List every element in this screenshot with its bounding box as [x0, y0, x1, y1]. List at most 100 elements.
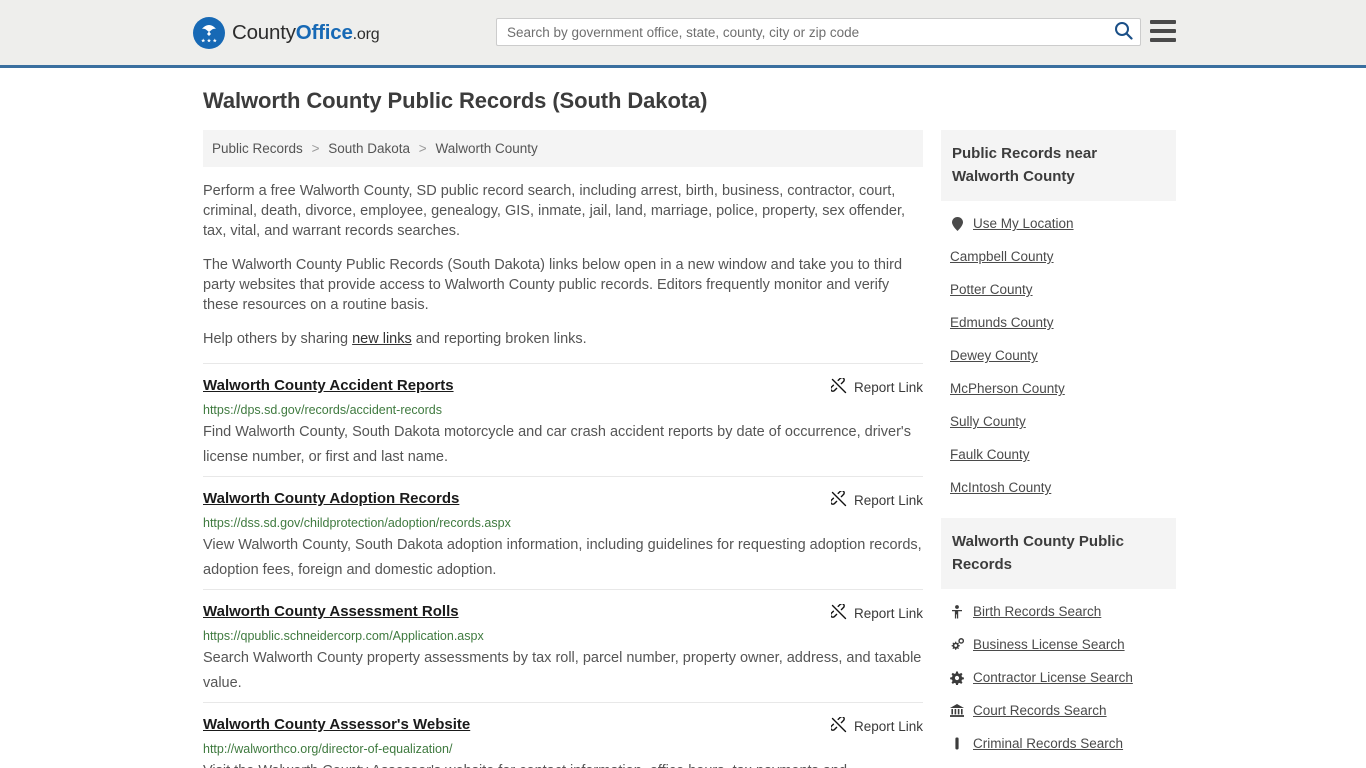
sidebar-link[interactable]: Court Records Search [973, 703, 1107, 718]
broken-link-icon [829, 715, 847, 736]
intro-paragraph-2: The Walworth County Public Records (Sout… [203, 257, 903, 313]
record-url: https://dss.sd.gov/childprotection/adopt… [203, 516, 511, 530]
sidebar-item-mcintosh-county[interactable]: McIntosh County [941, 471, 1176, 504]
record-title-link[interactable]: Walworth County Assessor's Website [203, 716, 470, 733]
sidebar-link[interactable]: Dewey County [950, 348, 1038, 363]
report-link-button[interactable]: Report Link [829, 602, 923, 623]
report-link-label: Report Link [853, 493, 923, 508]
record-description: Search Walworth County property assessme… [203, 650, 922, 691]
sidebar-item-campbell-county[interactable]: Campbell County [941, 240, 1176, 273]
eagle-shield-icon [193, 16, 225, 49]
record-item: Walworth County Accident Reports Report … [203, 363, 923, 476]
intro-p3-before: Help others by sharing [203, 331, 353, 347]
record-description: Visit the Walworth County Assessor's web… [203, 759, 923, 768]
sidebar-item-contractor-license-search[interactable]: Contractor License Search [941, 661, 1176, 694]
sidebar-link[interactable]: Contractor License Search [973, 670, 1133, 685]
record-header: Walworth County Accident Reports Report … [203, 376, 923, 397]
intro-paragraph-3: Help others by sharing new links and rep… [203, 329, 923, 349]
page-title: Walworth County Public Records (South Da… [203, 88, 708, 113]
sidebar-link[interactable]: Campbell County [950, 249, 1054, 264]
sidebar-item-birth-records-search[interactable]: Birth Records Search [941, 595, 1176, 628]
sidebar-item-sully-county[interactable]: Sully County [941, 405, 1176, 438]
sidebar-item-mcpherson-county[interactable]: McPherson County [941, 372, 1176, 405]
breadcrumb: Public Records > South Dakota > Walworth… [203, 130, 923, 167]
record-description: View Walworth County, South Dakota adopt… [203, 537, 922, 578]
report-link-button[interactable]: Report Link [829, 715, 923, 736]
sidebar-link[interactable]: McPherson County [950, 381, 1065, 396]
record-header: Walworth County Assessment Rolls Report … [203, 602, 923, 623]
sidebar-link[interactable]: Potter County [950, 282, 1033, 297]
breadcrumb-separator-2: > [418, 141, 427, 156]
site-logo[interactable]: CountyOffice.org [193, 16, 380, 49]
report-link-button[interactable]: Report Link [829, 376, 923, 397]
sidebar-link[interactable]: McIntosh County [950, 480, 1051, 495]
sidebar-item-use-my-location[interactable]: Use My Location [941, 207, 1176, 240]
report-link-label: Report Link [853, 380, 923, 395]
content-columns: Public Records > South Dakota > Walworth… [203, 130, 1366, 768]
report-link-button[interactable]: Report Link [829, 489, 923, 510]
site-header: CountyOffice.org [0, 0, 1366, 68]
cog-icon [950, 671, 964, 685]
record-title-link[interactable]: Walworth County Assessment Rolls [203, 603, 459, 620]
record-url: http://walworthco.org/director-of-equali… [203, 742, 453, 756]
sidebar-link[interactable]: Birth Records Search [973, 604, 1101, 619]
record-header: Walworth County Assessor's Website Repor… [203, 715, 923, 736]
sidebar-link[interactable]: Sully County [950, 414, 1026, 429]
logo-text: CountyOffice.org [232, 20, 380, 45]
sidebar-link[interactable]: Use My Location [973, 216, 1074, 231]
sidebar-link[interactable]: Criminal Records Search [973, 736, 1123, 751]
sidebar-item-business-license-search[interactable]: Business License Search [941, 628, 1176, 661]
fingerprint-icon [950, 737, 964, 751]
search-bar[interactable] [496, 18, 1141, 46]
record-url: https://qpublic.schneidercorp.com/Applic… [203, 629, 484, 643]
record-item: Walworth County Assessment Rolls Report … [203, 589, 923, 702]
hamburger-bar-2 [1150, 29, 1176, 33]
sidebar-item-court-records-search[interactable]: Court Records Search [941, 694, 1176, 727]
breadcrumb-item-walworth-county[interactable]: Walworth County [435, 141, 537, 156]
report-link-label: Report Link [853, 606, 923, 621]
sidebar-records-list: Birth Records Search Business License Se… [941, 589, 1176, 760]
sidebar-near-list: Use My Location Campbell County Potter C… [941, 201, 1176, 504]
broken-link-icon [829, 602, 847, 623]
bank-icon [950, 704, 964, 717]
hamburger-bar-1 [1150, 20, 1176, 24]
breadcrumb-item-south-dakota[interactable]: South Dakota [328, 141, 410, 156]
broken-link-icon [829, 376, 847, 397]
sidebar-item-potter-county[interactable]: Potter County [941, 273, 1176, 306]
record-item: Walworth County Adoption Records Report … [203, 476, 923, 589]
broken-link-icon [829, 489, 847, 510]
hamburger-menu-icon[interactable] [1150, 20, 1176, 42]
sidebar-link[interactable]: Edmunds County [950, 315, 1054, 330]
sidebar-records-heading: Walworth County Public Records [941, 518, 1176, 589]
record-header: Walworth County Adoption Records Report … [203, 489, 923, 510]
logo-text-office: Office [295, 20, 353, 44]
record-title-link[interactable]: Walworth County Accident Reports [203, 377, 454, 394]
hamburger-bar-3 [1150, 38, 1176, 42]
sidebar-item-faulk-county[interactable]: Faulk County [941, 438, 1176, 471]
intro-text: Perform a free Walworth County, SD publi… [203, 181, 923, 349]
breadcrumb-item-public-records[interactable]: Public Records [212, 141, 303, 156]
sidebar-link[interactable]: Faulk County [950, 447, 1030, 462]
sidebar-divider [941, 504, 1176, 518]
main-column: Public Records > South Dakota > Walworth… [203, 130, 923, 768]
search-button[interactable] [1106, 19, 1140, 45]
sidebar-link[interactable]: Business License Search [973, 637, 1125, 652]
intro-p3-after: and reporting broken links. [411, 331, 587, 347]
sidebar: Public Records near Walworth County Use … [941, 130, 1176, 768]
search-input[interactable] [497, 19, 1106, 45]
new-links-link[interactable]: new links [352, 331, 412, 347]
report-link-label: Report Link [853, 719, 923, 734]
baby-icon [950, 604, 964, 619]
sidebar-item-edmunds-county[interactable]: Edmunds County [941, 306, 1176, 339]
sidebar-item-criminal-records-search[interactable]: Criminal Records Search [941, 727, 1176, 760]
sidebar-item-dewey-county[interactable]: Dewey County [941, 339, 1176, 372]
record-item: Walworth County Assessor's Website Repor… [203, 702, 923, 768]
logo-text-county: County [232, 20, 296, 44]
intro-paragraph-1: Perform a free Walworth County, SD publi… [203, 183, 906, 239]
page-body: Walworth County Public Records (South Da… [0, 68, 1366, 768]
record-title-link[interactable]: Walworth County Adoption Records [203, 490, 459, 507]
record-description: Find Walworth County, South Dakota motor… [203, 424, 911, 465]
cogs-icon [950, 637, 964, 652]
map-pin-icon [950, 216, 964, 231]
search-icon [1114, 21, 1133, 43]
